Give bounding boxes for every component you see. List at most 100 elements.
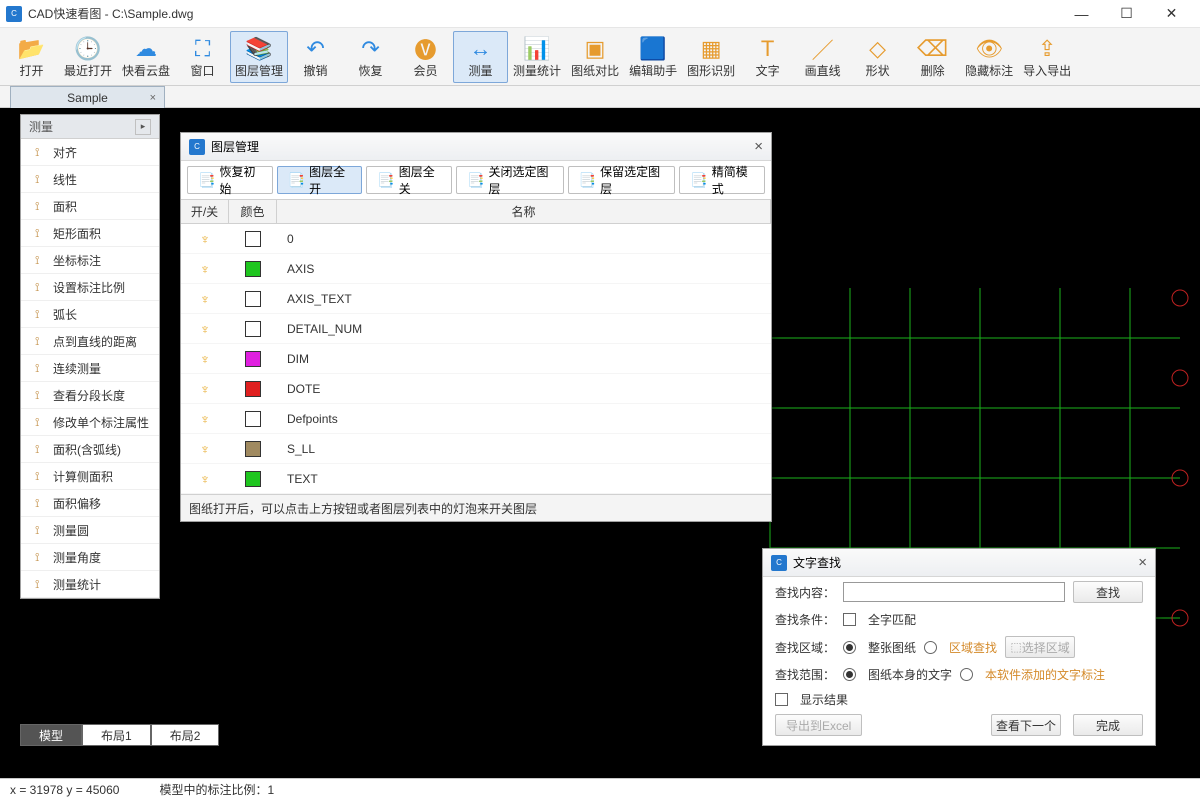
toolbar-label: 测量: [469, 63, 493, 79]
close-button[interactable]: ✕: [1149, 0, 1194, 28]
layer-color-swatch[interactable]: [229, 381, 277, 397]
area-region-radio[interactable]: [924, 641, 937, 654]
measure-item[interactable]: ⟟测量角度: [21, 544, 159, 571]
layer-color-swatch[interactable]: [229, 411, 277, 427]
dialog-header[interactable]: C 图层管理 ×: [181, 133, 771, 161]
layer-bulb-icon[interactable]: ♆: [181, 471, 229, 487]
measure-item[interactable]: ⟟测量统计: [21, 571, 159, 598]
layer-toolbar-button[interactable]: 📑恢复初始: [187, 166, 273, 194]
layer-row[interactable]: ♆ AXIS: [181, 254, 771, 284]
layer-row[interactable]: ♆ TEXT: [181, 464, 771, 494]
layout-tab[interactable]: 布局1: [82, 724, 151, 746]
toolbar-图形识别[interactable]: ▦图形识别: [682, 31, 740, 83]
show-results-checkbox[interactable]: [775, 693, 788, 706]
layer-btn-label: 恢复初始: [219, 163, 261, 197]
toolbar-文字[interactable]: T文字: [740, 31, 795, 83]
dialog-header[interactable]: C 文字查找 ×: [763, 549, 1155, 577]
measure-item[interactable]: ⟟查看分段长度: [21, 382, 159, 409]
toolbar-icon: 📊: [523, 35, 550, 63]
toolbar-打开[interactable]: 📂打开: [4, 31, 59, 83]
maximize-button[interactable]: ☐: [1104, 0, 1149, 28]
layer-color-swatch[interactable]: [229, 471, 277, 487]
layer-toolbar-button[interactable]: 📑图层全开: [277, 166, 363, 194]
layer-color-swatch[interactable]: [229, 231, 277, 247]
layer-bulb-icon[interactable]: ♆: [181, 351, 229, 367]
layout-tabs: 模型布局1布局2: [20, 724, 219, 746]
layer-color-swatch[interactable]: [229, 321, 277, 337]
layer-bulb-icon[interactable]: ♆: [181, 291, 229, 307]
toolbar-窗口[interactable]: ⛶窗口: [175, 31, 230, 83]
layer-toolbar-button[interactable]: 📑保留选定图层: [568, 166, 676, 194]
layer-row[interactable]: ♆ Defpoints: [181, 404, 771, 434]
measure-item[interactable]: ⟟连续测量: [21, 355, 159, 382]
layer-row[interactable]: ♆ AXIS_TEXT: [181, 284, 771, 314]
toolbar-最近打开[interactable]: 🕒最近打开: [59, 31, 117, 83]
measure-item[interactable]: ⟟面积偏移: [21, 490, 159, 517]
toolbar-画直线[interactable]: ／画直线: [795, 31, 850, 83]
layer-color-swatch[interactable]: [229, 291, 277, 307]
close-tab-icon[interactable]: ×: [150, 92, 156, 104]
find-button[interactable]: 查找: [1073, 581, 1143, 603]
toolbar-图纸对比[interactable]: ▣图纸对比: [566, 31, 624, 83]
layer-row[interactable]: ♆ S_LL: [181, 434, 771, 464]
layer-bulb-icon[interactable]: ♆: [181, 441, 229, 457]
dialog-close-icon[interactable]: ×: [754, 138, 763, 155]
measure-item[interactable]: ⟟修改单个标注属性: [21, 409, 159, 436]
layout-tab[interactable]: 布局2: [151, 724, 220, 746]
whole-word-checkbox[interactable]: [843, 613, 856, 626]
layer-bulb-icon[interactable]: ♆: [181, 381, 229, 397]
toolbar-会员[interactable]: 🅥会员: [398, 31, 453, 83]
layer-toolbar-button[interactable]: 📑精简模式: [679, 166, 765, 194]
layer-row[interactable]: ♆ DIM: [181, 344, 771, 374]
panel-collapse-icon[interactable]: ▸: [135, 119, 151, 135]
toolbar-形状[interactable]: ◇形状: [850, 31, 905, 83]
layer-bulb-icon[interactable]: ♆: [181, 411, 229, 427]
export-excel-button[interactable]: 导出到Excel: [775, 714, 862, 736]
find-content-input[interactable]: [843, 582, 1065, 602]
toolbar-删除[interactable]: ⌫删除: [905, 31, 960, 83]
measure-item[interactable]: ⟟测量圆: [21, 517, 159, 544]
show-results-label: 显示结果: [800, 691, 848, 708]
measure-item[interactable]: ⟟矩形面积: [21, 220, 159, 247]
annotation-scale: 模型中的标注比例：1: [159, 781, 274, 798]
measure-item[interactable]: ⟟点到直线的距离: [21, 328, 159, 355]
minimize-button[interactable]: —: [1059, 0, 1104, 28]
toolbar-隐藏标注[interactable]: 👁隐藏标注: [960, 31, 1018, 83]
layer-row[interactable]: ♆ DOTE: [181, 374, 771, 404]
measure-item[interactable]: ⟟弧长: [21, 301, 159, 328]
document-tab[interactable]: Sample ×: [10, 86, 165, 108]
toolbar-恢复[interactable]: ↷恢复: [343, 31, 398, 83]
area-whole-radio[interactable]: [843, 641, 856, 654]
layer-bulb-icon[interactable]: ♆: [181, 321, 229, 337]
layer-toolbar-button[interactable]: 📑图层全关: [366, 166, 452, 194]
toolbar-图层管理[interactable]: 📚图层管理: [230, 31, 288, 83]
measure-item[interactable]: ⟟对齐: [21, 139, 159, 166]
dialog-close-icon[interactable]: ×: [1138, 554, 1147, 571]
toolbar-导入导出[interactable]: ⇪导入导出: [1018, 31, 1076, 83]
measure-item[interactable]: ⟟坐标标注: [21, 247, 159, 274]
layer-bulb-icon[interactable]: ♆: [181, 261, 229, 277]
layer-color-swatch[interactable]: [229, 441, 277, 457]
range-annot-radio[interactable]: [960, 668, 973, 681]
layer-color-swatch[interactable]: [229, 351, 277, 367]
done-button[interactable]: 完成: [1073, 714, 1143, 736]
find-next-button[interactable]: 查看下一个: [991, 714, 1061, 736]
toolbar-撤销[interactable]: ↶撤销: [288, 31, 343, 83]
layer-color-swatch[interactable]: [229, 261, 277, 277]
toolbar-测量[interactable]: ↔测量: [453, 31, 508, 83]
toolbar-快看云盘[interactable]: ☁快看云盘: [117, 31, 175, 83]
measure-item[interactable]: ⟟面积(含弧线): [21, 436, 159, 463]
measure-item[interactable]: ⟟线性: [21, 166, 159, 193]
layer-row[interactable]: ♆ DETAIL_NUM: [181, 314, 771, 344]
toolbar-测量统计[interactable]: 📊测量统计: [508, 31, 566, 83]
layout-tab[interactable]: 模型: [20, 724, 82, 746]
toolbar-编辑助手[interactable]: 🟦编辑助手: [624, 31, 682, 83]
measure-item[interactable]: ⟟计算侧面积: [21, 463, 159, 490]
layer-bulb-icon[interactable]: ♆: [181, 231, 229, 247]
layer-toolbar-button[interactable]: 📑关闭选定图层: [456, 166, 564, 194]
select-region-button[interactable]: ⬚ 选择区域: [1005, 636, 1075, 658]
layer-row[interactable]: ♆ 0: [181, 224, 771, 254]
range-drawing-radio[interactable]: [843, 668, 856, 681]
measure-item[interactable]: ⟟面积: [21, 193, 159, 220]
measure-item[interactable]: ⟟设置标注比例: [21, 274, 159, 301]
